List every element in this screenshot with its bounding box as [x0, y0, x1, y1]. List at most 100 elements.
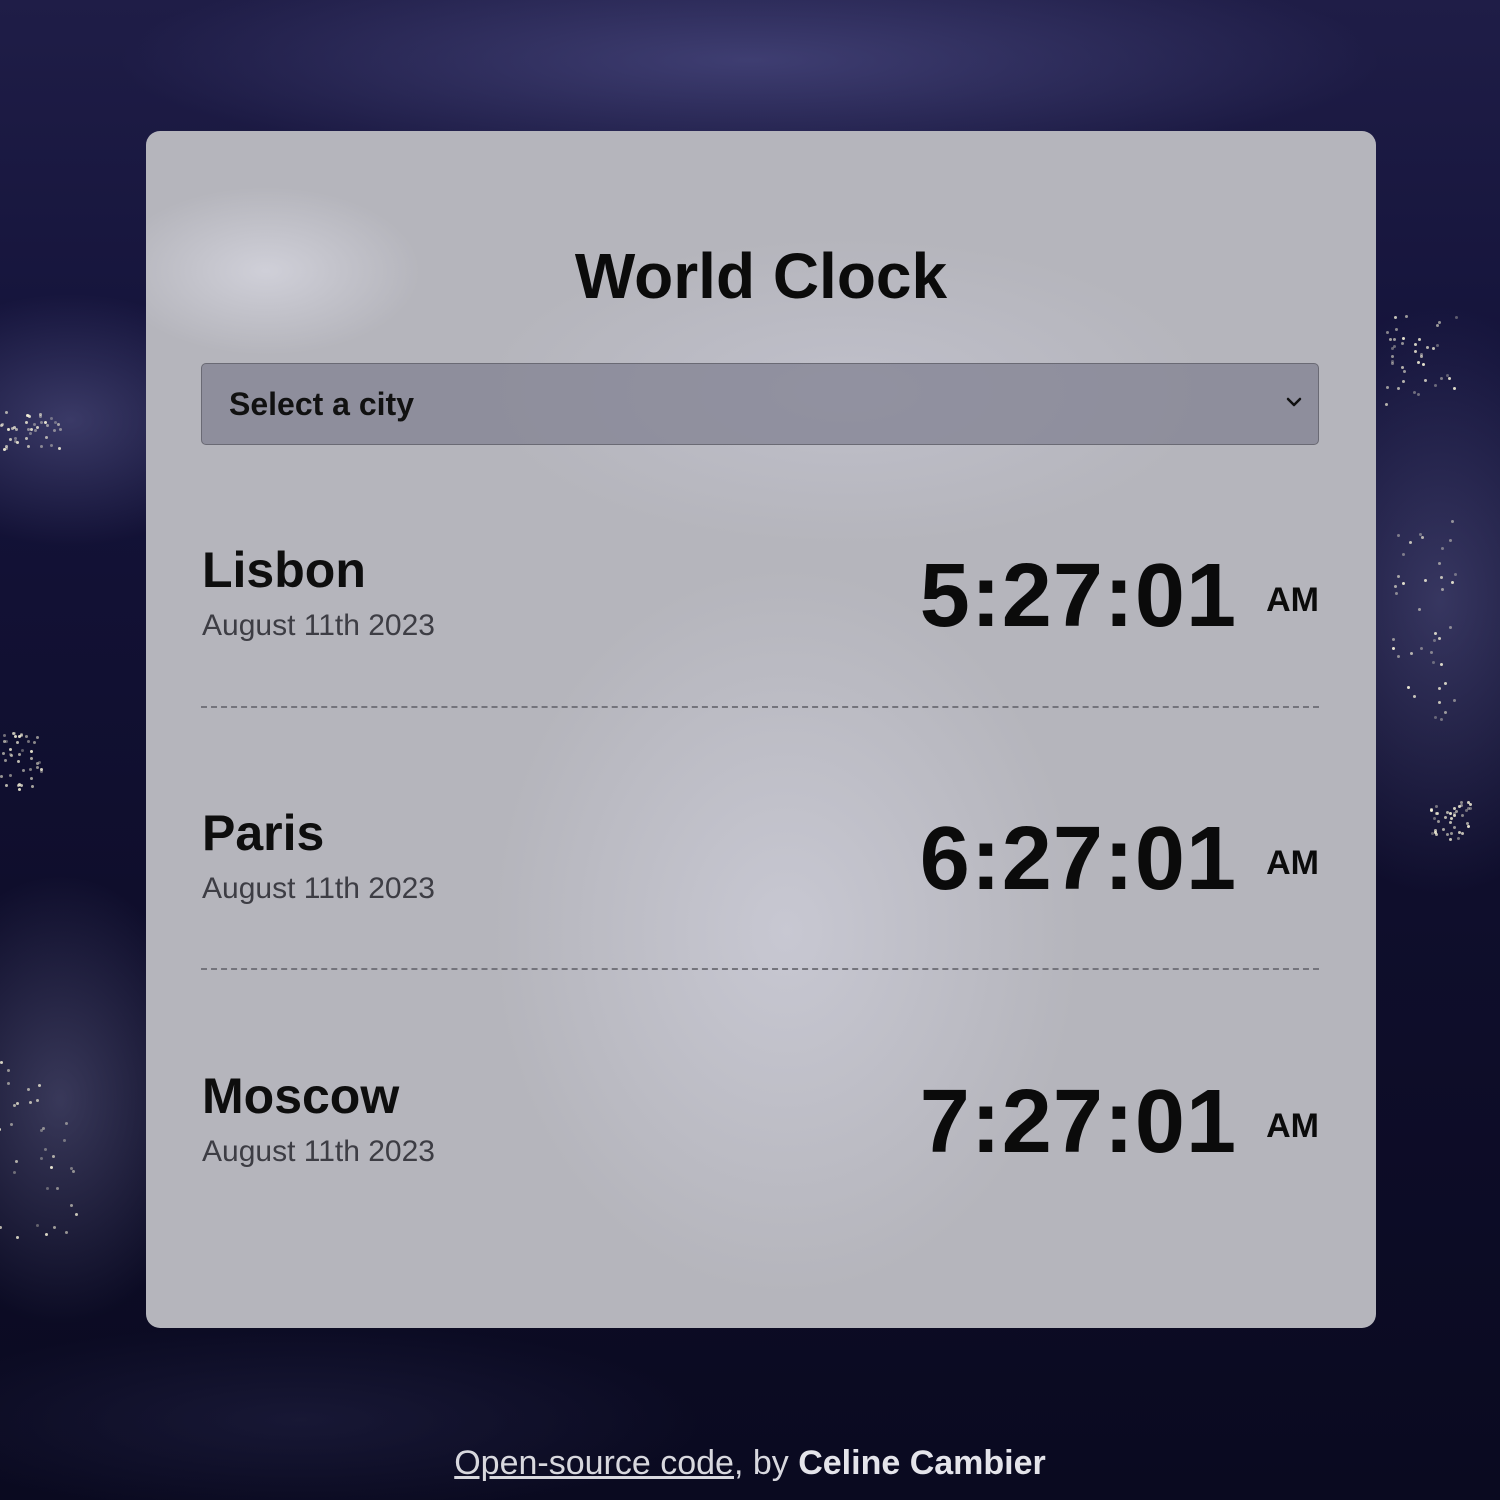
city-light — [59, 427, 63, 431]
city-light — [1417, 608, 1421, 612]
city-light — [1386, 385, 1390, 389]
city-light — [1452, 698, 1456, 702]
city-select[interactable]: Select a city — [201, 363, 1319, 445]
city-date: August 11th 2023 — [202, 1135, 435, 1168]
city-light — [1440, 575, 1443, 579]
city-light — [1401, 380, 1405, 384]
city-light — [1434, 804, 1438, 808]
city-light — [1441, 828, 1445, 832]
city-light — [4, 410, 8, 414]
city-time: 7:27:01 — [919, 1072, 1237, 1172]
city-light — [1432, 816, 1436, 820]
city-light — [1431, 660, 1435, 664]
city-light — [1460, 814, 1464, 818]
city-light — [41, 1126, 45, 1130]
city-light — [1391, 637, 1395, 641]
city-light — [1435, 811, 1439, 815]
city-light — [1448, 626, 1452, 630]
city-row-paris: Paris August 11th 2023 6:27:01 AM — [201, 804, 1319, 954]
city-light — [16, 783, 20, 787]
city-light — [4, 783, 8, 787]
city-light — [1440, 662, 1444, 666]
divider — [201, 706, 1319, 708]
city-light — [1430, 831, 1434, 835]
city-light — [1429, 650, 1433, 654]
city-light — [1396, 575, 1400, 579]
city-light — [44, 435, 48, 439]
city-light — [1400, 365, 1404, 369]
city-light — [37, 1083, 41, 1087]
city-light — [16, 440, 20, 444]
city-light — [1445, 373, 1449, 377]
city-light — [1452, 386, 1456, 390]
city-light — [4, 447, 8, 451]
city-light — [1419, 354, 1423, 358]
footer-by-text: , by — [733, 1444, 799, 1482]
city-light — [21, 748, 25, 752]
city-light — [1412, 390, 1416, 394]
city-light — [27, 427, 31, 431]
city-light — [1436, 819, 1440, 823]
city-light — [29, 750, 33, 754]
city-light — [1437, 321, 1441, 324]
city-light — [12, 1103, 16, 1107]
city-light — [1448, 811, 1452, 815]
city-row-moscow: Moscow August 11th 2023 7:27:01 AM — [201, 1067, 1319, 1217]
city-light — [1417, 337, 1421, 341]
city-light — [49, 416, 53, 420]
city-row-lisbon: Lisbon August 11th 2023 5:27:01 AM — [201, 541, 1319, 691]
city-light — [16, 759, 20, 763]
page-title: World Clock — [574, 240, 948, 312]
chevron-down-icon — [1286, 397, 1302, 407]
city-light — [0, 1060, 4, 1064]
city-light — [1407, 685, 1411, 689]
city-light — [1444, 681, 1448, 685]
city-light — [1409, 651, 1413, 655]
city-ampm: AM — [1266, 844, 1319, 882]
city-light — [1422, 362, 1426, 366]
city-light — [1420, 535, 1424, 539]
city-light — [1438, 561, 1442, 565]
city-light — [12, 425, 16, 429]
author-name: Celine Cambier — [798, 1444, 1046, 1482]
world-clock-card: World Clock Select a city Lisbon August … — [146, 131, 1376, 1328]
city-light — [30, 776, 34, 780]
open-source-link[interactable]: Open-source code — [454, 1444, 734, 1482]
city-light — [17, 752, 21, 756]
city-light — [49, 443, 53, 447]
city-light — [1437, 701, 1441, 705]
city-light — [1404, 315, 1408, 318]
city-light — [9, 747, 13, 751]
city-light — [15, 741, 19, 745]
city-light — [1438, 636, 1442, 640]
city-date: August 11th 2023 — [202, 609, 435, 642]
city-time: 5:27:01 — [919, 546, 1237, 646]
city-name: Moscow — [202, 1068, 400, 1124]
city-light — [33, 740, 37, 744]
city-light — [53, 428, 57, 432]
city-light — [1435, 343, 1439, 347]
city-light — [12, 1170, 16, 1174]
city-light — [39, 444, 43, 448]
city-light — [1453, 572, 1457, 576]
city-light — [44, 420, 48, 424]
city-light — [1412, 694, 1416, 698]
city-light — [1392, 344, 1396, 348]
city-light — [1443, 710, 1447, 714]
city-light — [1437, 687, 1441, 691]
city-light — [26, 1088, 30, 1092]
city-light — [53, 420, 57, 424]
city-name: Lisbon — [202, 542, 366, 598]
city-time: 6:27:01 — [919, 809, 1237, 909]
city-light — [1448, 837, 1452, 841]
city-ampm: AM — [1266, 581, 1319, 619]
city-light — [71, 1169, 75, 1173]
city-light — [16, 1101, 20, 1105]
city-ampm: AM — [1266, 1107, 1319, 1145]
city-light — [1453, 825, 1457, 829]
city-light — [1413, 343, 1417, 347]
city-date: August 11th 2023 — [202, 872, 435, 905]
city-light — [13, 731, 17, 735]
city-select-value: Select a city — [229, 386, 414, 422]
city-light — [64, 1122, 68, 1125]
